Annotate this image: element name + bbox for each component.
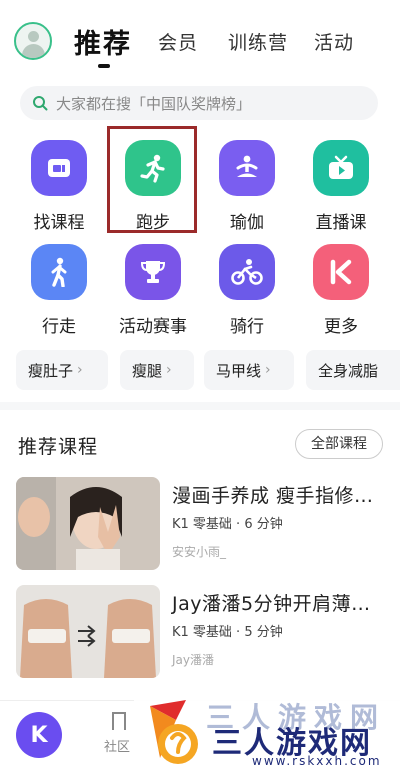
avatar-shoulders-shape [22, 44, 45, 58]
chevron-right-icon: › [77, 362, 83, 378]
keep-home-button[interactable]: K [16, 712, 62, 758]
bookmark-icon [112, 712, 126, 730]
course-author: 安安小雨_ [172, 545, 227, 559]
tab-membership[interactable]: 会员 [158, 28, 198, 55]
course-title: 漫画手养成 瘦手指修… [172, 485, 374, 507]
cycling-icon [219, 244, 275, 300]
top-nav: 推荐 会员 训练营 活动 [0, 0, 400, 80]
section-divider [0, 402, 400, 410]
course-meta: K1 零基础 · 6 分钟 [172, 517, 283, 532]
live-tv-icon [313, 140, 369, 196]
trophy-icon [125, 244, 181, 300]
search-bar[interactable]: 大家都在搜「中国队奖牌榜」 [20, 86, 378, 120]
category-running[interactable]: 跑步 [114, 140, 194, 240]
course-thumbnail [16, 477, 160, 570]
tab-events[interactable]: 活动 [314, 28, 354, 55]
course-search-icon [31, 140, 87, 196]
all-courses-button[interactable]: 全部课程 [295, 429, 383, 459]
category-label: 找课程 [33, 213, 85, 233]
search-icon [33, 96, 48, 111]
course-meta: K1 零基础 · 5 分钟 [172, 625, 283, 640]
avatar-head-shape [28, 31, 39, 42]
category-label: 直播课 [315, 213, 367, 233]
active-tab-indicator [98, 64, 110, 68]
watermark-url: www.rskxxh.com [252, 754, 382, 768]
tab-community[interactable]: 社区 [104, 710, 134, 760]
course-thumbnail [16, 585, 160, 678]
chevron-right-icon: › [265, 362, 271, 378]
category-live-class[interactable]: 直播课 [302, 140, 382, 240]
category-label: 行走 [42, 317, 76, 337]
chip-legs[interactable]: 瘦腿 › [120, 350, 194, 390]
category-events-competitions[interactable]: 活动赛事 [114, 244, 194, 344]
walking-icon [31, 244, 87, 300]
course-author: Jay潘潘 [172, 653, 214, 667]
chip-label: 全身减脂 [318, 361, 379, 380]
category-label: 瑜伽 [230, 213, 264, 233]
category-label: 骑行 [230, 317, 264, 337]
category-label: 活动赛事 [119, 317, 187, 337]
site-watermark: 三人游戏网 三人游戏网 www.rskxxh.com [134, 692, 400, 774]
category-cycling[interactable]: 骑行 [208, 244, 288, 344]
yoga-icon [219, 140, 275, 196]
community-label: 社区 [104, 740, 131, 755]
tab-training-camp[interactable]: 训练营 [228, 28, 288, 55]
section-title: 推荐课程 [18, 436, 99, 458]
watermark-logo-icon [150, 700, 198, 764]
category-more[interactable]: 更多 [302, 244, 382, 344]
category-walking[interactable]: 行走 [20, 244, 100, 344]
category-label: 更多 [324, 317, 358, 337]
course-card[interactable]: Jay潘潘5分钟开肩薄… K1 零基础 · 5 分钟 Jay潘潘 [16, 585, 386, 680]
chevron-right-icon: › [166, 362, 172, 378]
chip-abs-line[interactable]: 马甲线 › [204, 350, 294, 390]
category-label: 跑步 [136, 213, 170, 233]
category-find-course[interactable]: 找课程 [20, 140, 100, 240]
category-yoga[interactable]: 瑜伽 [208, 140, 288, 240]
tab-recommend[interactable]: 推荐 [74, 22, 132, 61]
running-icon [125, 140, 181, 196]
search-placeholder: 大家都在搜「中国队奖牌榜」 [56, 95, 252, 113]
chip-belly[interactable]: 瘦肚子 › [16, 350, 108, 390]
chip-label: 瘦肚子 [28, 361, 74, 380]
chip-label: 瘦腿 [132, 361, 163, 380]
chip-full-body-fat-loss[interactable]: 全身减脂 [306, 350, 400, 390]
course-card[interactable]: 漫画手养成 瘦手指修… K1 零基础 · 6 分钟 安安小雨_ [16, 477, 386, 572]
keep-k-icon [313, 244, 369, 300]
course-title: Jay潘潘5分钟开肩薄… [172, 593, 371, 615]
chip-label: 马甲线 [216, 361, 262, 380]
user-avatar[interactable] [14, 22, 52, 60]
